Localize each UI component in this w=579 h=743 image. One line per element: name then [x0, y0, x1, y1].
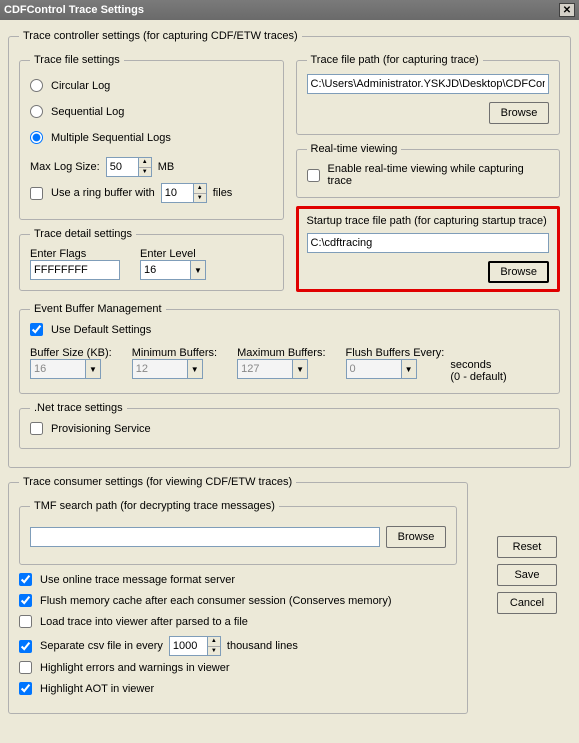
buffer-size-label: Buffer Size (KB):: [30, 347, 112, 359]
controller-legend: Trace controller settings (for capturing…: [19, 30, 302, 42]
buffer-default-check[interactable]: Use Default Settings: [30, 323, 151, 336]
cancel-button[interactable]: Cancel: [497, 592, 557, 614]
net-settings-group: .Net trace settings Provisioning Service: [19, 402, 560, 449]
buffer-min-label: Minimum Buffers:: [132, 347, 217, 359]
trace-file-path-legend: Trace file path (for capturing trace): [307, 54, 483, 66]
trace-path-browse-button[interactable]: Browse: [489, 102, 549, 124]
sequential-log-radio[interactable]: Sequential Log: [30, 105, 124, 118]
startup-legend: Startup trace file path (for capturing s…: [307, 215, 550, 227]
buffer-flush-select: ▼: [346, 359, 417, 379]
trace-file-settings-group: Trace file settings Circular Log Sequent…: [19, 54, 284, 220]
tmf-browse-button[interactable]: Browse: [386, 526, 446, 548]
close-icon[interactable]: ✕: [559, 3, 575, 17]
flush-check[interactable]: Flush memory cache after each consumer s…: [19, 594, 392, 607]
flags-input[interactable]: [30, 260, 120, 280]
buffer-flush-unit: seconds (0 - default): [450, 359, 506, 383]
realtime-check[interactable]: Enable real-time viewing while capturing…: [307, 163, 550, 187]
level-label: Enter Level: [140, 248, 206, 260]
tmf-path-input[interactable]: [30, 527, 380, 547]
title-text: CDFControl Trace Settings: [4, 4, 144, 16]
flags-label: Enter Flags: [30, 248, 120, 260]
trace-file-settings-legend: Trace file settings: [30, 54, 124, 66]
ringbuf-spin[interactable]: ▲▼: [161, 183, 207, 203]
buffer-max-label: Maximum Buffers:: [237, 347, 325, 359]
separate-spin[interactable]: ▲▼: [169, 636, 221, 656]
trace-path-input[interactable]: [307, 74, 550, 94]
startup-browse-button[interactable]: Browse: [488, 261, 549, 283]
buffer-flush-label: Flush Buffers Every:: [346, 347, 445, 359]
ringbuf-unit: files: [213, 187, 233, 199]
consumer-legend: Trace consumer settings (for viewing CDF…: [19, 476, 296, 488]
maxlog-unit: MB: [158, 161, 175, 173]
maxlog-spin[interactable]: ▲▼: [106, 157, 152, 177]
load-check[interactable]: Load trace into viewer after parsed to a…: [19, 615, 248, 628]
buffer-min-select: ▼: [132, 359, 203, 379]
circular-log-radio[interactable]: Circular Log: [30, 79, 110, 92]
tmf-group: TMF search path (for decrypting trace me…: [19, 500, 457, 565]
buffer-max-select: ▼: [237, 359, 308, 379]
trace-detail-group: Trace detail settings Enter Flags Enter …: [19, 228, 284, 291]
buffer-size-select: ▼: [30, 359, 101, 379]
save-button[interactable]: Save: [497, 564, 557, 586]
tmf-legend: TMF search path (for decrypting trace me…: [30, 500, 279, 512]
titlebar: CDFControl Trace Settings ✕: [0, 0, 579, 20]
realtime-group: Real-time viewing Enable real-time viewi…: [296, 143, 561, 198]
consumer-group: Trace consumer settings (for viewing CDF…: [8, 476, 468, 714]
startup-highlight: Startup trace file path (for capturing s…: [296, 206, 561, 292]
net-settings-legend: .Net trace settings: [30, 402, 127, 414]
online-check[interactable]: Use online trace message format server: [19, 573, 235, 586]
realtime-legend: Real-time viewing: [307, 143, 402, 155]
trace-detail-legend: Trace detail settings: [30, 228, 136, 240]
provisioning-check[interactable]: Provisioning Service: [30, 422, 151, 435]
controller-group: Trace controller settings (for capturing…: [8, 30, 571, 468]
multiple-seq-radio[interactable]: Multiple Sequential Logs: [30, 131, 171, 144]
buffer-legend: Event Buffer Management: [30, 303, 166, 315]
ringbuf-check[interactable]: Use a ring buffer with: [30, 187, 155, 200]
maxlog-label: Max Log Size:: [30, 161, 100, 173]
buffer-group: Event Buffer Management Use Default Sett…: [19, 303, 560, 394]
highlight-aot-check[interactable]: Highlight AOT in viewer: [19, 682, 154, 695]
separate-check[interactable]: Separate csv file in every: [19, 640, 163, 653]
reset-button[interactable]: Reset: [497, 536, 557, 558]
startup-path-input[interactable]: [307, 233, 550, 253]
trace-file-path-group: Trace file path (for capturing trace) Br…: [296, 54, 561, 135]
level-select[interactable]: ▼: [140, 260, 206, 280]
separate-unit: thousand lines: [227, 640, 298, 652]
highlight-err-check[interactable]: Highlight errors and warnings in viewer: [19, 661, 230, 674]
